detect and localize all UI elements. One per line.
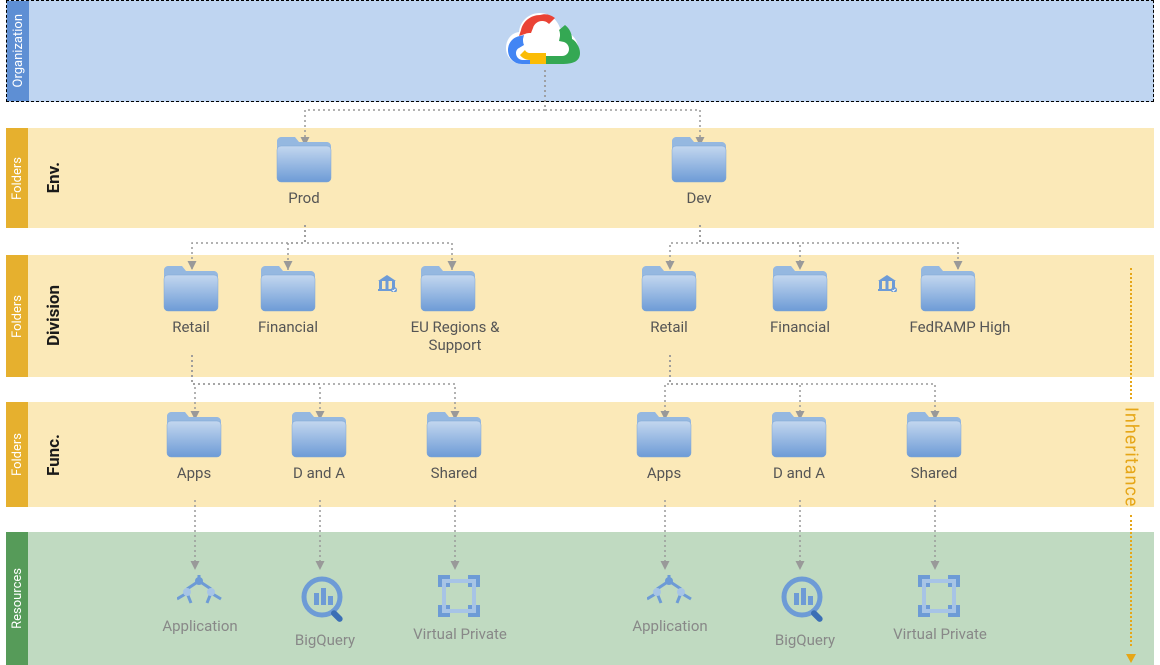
folder-dev-financial: Financial [770, 264, 830, 336]
folder-label: FedRAMP High [895, 318, 1025, 336]
folder-label: Shared [905, 464, 963, 482]
folder-label: EU Regions & Support [395, 318, 515, 354]
resource-dev-bigquery: BigQuery [770, 575, 840, 649]
folder-label: Apps [635, 464, 693, 482]
folder-dev-apps: Apps [635, 410, 693, 482]
resources-tab-label: Resources [10, 568, 25, 629]
env-band: Folders Env. [6, 128, 1154, 228]
folder-prod-shared: Shared [425, 410, 483, 482]
inheritance-label: Inheritance [1121, 407, 1142, 507]
folder-label: Shared [425, 464, 483, 482]
folder-label: Financial [770, 318, 830, 336]
folder-prod-retail: Retail [162, 264, 220, 336]
application-integration-icon [647, 575, 693, 611]
resources-tab: Resources [6, 532, 28, 665]
resource-prod-vpc: Virtual Private [410, 575, 510, 643]
organization-tab-label: Organization [11, 14, 26, 87]
institution-icon [377, 274, 397, 290]
folders-tab-func: Folders [6, 402, 28, 507]
division-row-label: Division [36, 255, 72, 377]
folder-dev: Dev [670, 135, 728, 207]
inheritance-arrow: Inheritance [1120, 260, 1142, 663]
folders-tab-label: Folders [10, 433, 25, 476]
folders-tab-label: Folders [10, 295, 25, 338]
arrow-down-icon [1126, 654, 1136, 663]
resource-label: BigQuery [770, 631, 840, 649]
env-row-label: Env. [36, 128, 72, 228]
vpc-icon [918, 575, 962, 619]
google-cloud-logo-icon [506, 10, 584, 76]
folder-label: Financial [258, 318, 318, 336]
folder-prod-eu: EU Regions & Support [395, 264, 515, 354]
folders-tab-div: Folders [6, 255, 28, 377]
resource-label: Virtual Private [890, 625, 990, 643]
folder-label: Retail [640, 318, 698, 336]
resource-label: BigQuery [290, 631, 360, 649]
resource-label: Virtual Private [410, 625, 510, 643]
folder-label: Retail [162, 318, 220, 336]
folders-tab-env: Folders [6, 128, 28, 228]
organization-tab: Organization [7, 1, 29, 101]
folder-label: D and A [770, 464, 828, 482]
func-row-label: Func. [36, 402, 72, 507]
folder-prod-danda: D and A [290, 410, 348, 482]
folder-prod: Prod [275, 135, 333, 207]
folder-label: D and A [290, 464, 348, 482]
vpc-icon [438, 575, 482, 619]
folder-dev-danda: D and A [770, 410, 828, 482]
folder-label: Dev [670, 189, 728, 207]
resource-dev-vpc: Virtual Private [890, 575, 990, 643]
folders-tab-label: Folders [10, 157, 25, 200]
folder-prod-financial: Financial [258, 264, 318, 336]
folder-dev-shared: Shared [905, 410, 963, 482]
resource-dev-application: Application [625, 575, 715, 635]
folder-dev-retail: Retail [640, 264, 698, 336]
institution-icon [877, 274, 897, 290]
folder-prod-apps: Apps [165, 410, 223, 482]
resource-prod-application: Application [155, 575, 245, 635]
resource-label: Application [625, 617, 715, 635]
folder-label: Prod [275, 189, 333, 207]
resource-label: Application [155, 617, 245, 635]
folder-label: Apps [165, 464, 223, 482]
application-integration-icon [177, 575, 223, 611]
bigquery-icon [780, 575, 830, 625]
bigquery-icon [300, 575, 350, 625]
resource-prod-bigquery: BigQuery [290, 575, 360, 649]
folder-dev-fedramp: FedRAMP High [895, 264, 1025, 336]
